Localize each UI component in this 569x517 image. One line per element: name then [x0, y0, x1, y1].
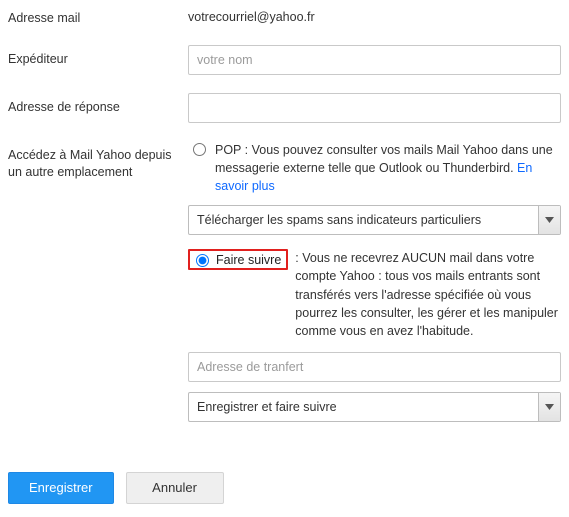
forward-select[interactable]: Enregistrer et faire suivre: [188, 392, 561, 422]
pop-desc: Vous pouvez consulter vos mails Mail Yah…: [215, 143, 553, 175]
row-reply: Adresse de réponse: [8, 93, 561, 123]
pop-text: POP : Vous pouvez consulter vos mails Ma…: [215, 141, 561, 195]
pop-head: POP :: [215, 143, 248, 157]
radio-pop[interactable]: [193, 143, 206, 156]
label-email: Adresse mail: [8, 4, 188, 27]
radio-forward[interactable]: [196, 254, 209, 267]
row-access: Accédez à Mail Yahoo depuis un autre emp…: [8, 141, 561, 436]
chevron-down-icon: [538, 206, 560, 234]
forward-highlight: Faire suivre: [188, 249, 288, 270]
option-pop: POP : Vous pouvez consulter vos mails Ma…: [188, 141, 561, 235]
row-email: Adresse mail votrecourriel@yahoo.fr: [8, 4, 561, 27]
value-email: votrecourriel@yahoo.fr: [188, 4, 561, 24]
forward-text: : Vous ne recevrez AUCUN mail dans votre…: [295, 249, 561, 340]
label-sender: Expéditeur: [8, 45, 188, 68]
forward-desc: Vous ne recevrez AUCUN mail dans votre c…: [295, 251, 558, 338]
cancel-button[interactable]: Annuler: [126, 472, 224, 504]
reply-input[interactable]: [188, 93, 561, 123]
chevron-down-icon: [538, 393, 560, 421]
pop-select-value: Télécharger les spams sans indicateurs p…: [189, 213, 538, 227]
button-row: Enregistrer Annuler: [0, 464, 569, 512]
forward-head: Faire suivre: [216, 253, 281, 267]
pop-select[interactable]: Télécharger les spams sans indicateurs p…: [188, 205, 561, 235]
option-forward: Faire suivre : Vous ne recevrez AUCUN ma…: [188, 249, 561, 422]
row-sender: Expéditeur: [8, 45, 561, 75]
settings-form: Adresse mail votrecourriel@yahoo.fr Expé…: [0, 0, 569, 444]
forward-address-input[interactable]: [188, 352, 561, 382]
sender-input[interactable]: [188, 45, 561, 75]
label-reply: Adresse de réponse: [8, 93, 188, 116]
label-access: Accédez à Mail Yahoo depuis un autre emp…: [8, 141, 188, 181]
save-button[interactable]: Enregistrer: [8, 472, 114, 504]
forward-select-value: Enregistrer et faire suivre: [189, 400, 538, 414]
